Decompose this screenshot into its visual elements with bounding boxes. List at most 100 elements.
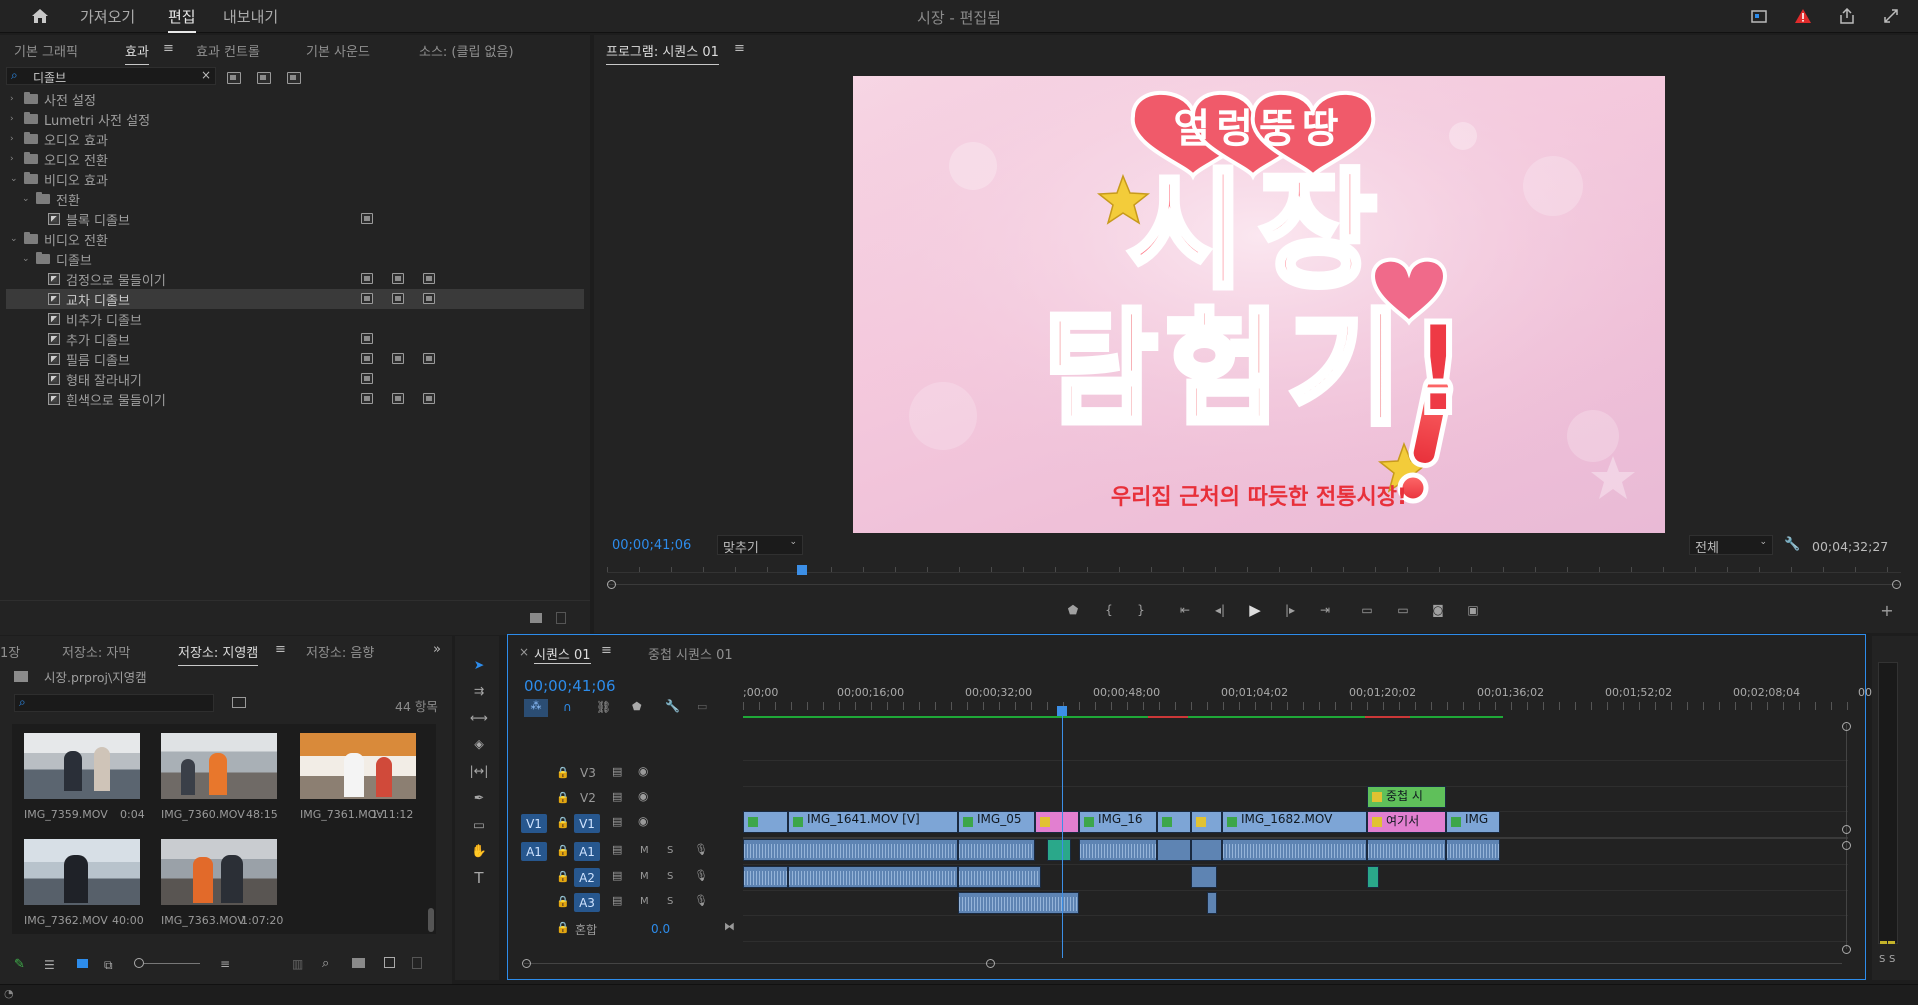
lock-icon[interactable]: 🔒	[556, 921, 570, 934]
audio-clip[interactable]	[1367, 839, 1446, 861]
more-tabs-icon[interactable]: »	[433, 642, 441, 657]
audio-clip[interactable]	[743, 839, 958, 861]
find-icon[interactable]: ⌕	[322, 956, 329, 971]
extract-icon[interactable]: ▭	[1393, 600, 1413, 620]
eye-icon[interactable]: ◉	[638, 789, 648, 803]
sync-lock-icon[interactable]: ▤	[612, 894, 622, 907]
list-view-icon[interactable]: ☰	[44, 958, 55, 972]
video-clip[interactable]: IMG	[1446, 811, 1500, 833]
tree-effect-item[interactable]: 형태 잘라내기	[6, 369, 584, 389]
tab-nested-sequence-01[interactable]: 중첩 시퀀스 01	[648, 644, 733, 663]
chevron-right-icon[interactable]: ›	[10, 94, 20, 104]
zoom-slider-track[interactable]	[144, 963, 200, 964]
timeline-menu-icon[interactable]: ≡	[601, 643, 612, 658]
nest-toggle-icon[interactable]: ⁂	[524, 699, 548, 717]
mark-out-icon[interactable]: }	[1131, 600, 1151, 620]
video-clip-pink[interactable]: 여기서	[1367, 811, 1446, 833]
tab-essential-graphics[interactable]: 기본 그래픽	[14, 41, 78, 60]
playback-resolution-select[interactable]: 전체 ⌄	[1689, 535, 1773, 556]
clip-thumbnail[interactable]	[161, 733, 277, 799]
step-forward-icon[interactable]: |▸	[1280, 600, 1300, 620]
video-clip[interactable]	[743, 811, 788, 833]
timeline-vertical-scrollbar[interactable]	[1846, 724, 1847, 949]
video-clip[interactable]: IMG_05	[958, 811, 1035, 833]
clip-thumbnail[interactable]	[300, 733, 416, 799]
lock-icon[interactable]: 🔒	[556, 766, 570, 779]
lift-icon[interactable]: ▭	[1357, 600, 1377, 620]
tab-project-cut[interactable]: 1장	[0, 642, 20, 661]
program-menu-icon[interactable]: ≡	[734, 41, 745, 56]
clear-search-icon[interactable]: ×	[201, 68, 211, 82]
video-clip[interactable]: IMG_1682.MOV	[1222, 811, 1367, 833]
tab-source[interactable]: 소스: (클립 없음)	[419, 41, 514, 60]
mute-button[interactable]: M	[640, 896, 649, 907]
writable-icon[interactable]: ✎	[14, 957, 25, 972]
video-clip[interactable]	[1157, 811, 1191, 833]
effects-search-input[interactable]: 디졸브	[33, 69, 66, 86]
audio-clip[interactable]	[1446, 839, 1500, 861]
chevron-right-icon[interactable]: ›	[10, 154, 20, 164]
tree-folder[interactable]: › 오디오 전환	[6, 149, 584, 169]
sync-lock-icon[interactable]: ▤	[612, 765, 622, 778]
type-tool-icon[interactable]: T	[466, 866, 492, 890]
mark-in-icon[interactable]: {	[1099, 600, 1119, 620]
mix-volume-value[interactable]: 0.0	[651, 922, 670, 936]
chevron-down-icon[interactable]: ⌄	[22, 254, 32, 264]
media-grid-scrollbar[interactable]	[428, 908, 434, 932]
tree-effect-item[interactable]: 교차 디졸브	[6, 289, 584, 309]
clip-thumbnail[interactable]	[24, 839, 140, 905]
icon-view-icon[interactable]	[77, 959, 88, 968]
close-tab-icon[interactable]: ×	[519, 645, 529, 659]
lock-icon[interactable]: 🔒	[556, 844, 570, 857]
audio-clip[interactable]	[1191, 839, 1222, 861]
program-timecode[interactable]: 00;00;41;06	[612, 538, 691, 553]
chevron-down-icon[interactable]: ⌄	[10, 174, 20, 184]
program-zoom-bar[interactable]	[607, 584, 1901, 585]
microphone-icon[interactable]: 🎙	[694, 869, 708, 882]
scroll-handle[interactable]	[1842, 841, 1851, 850]
eye-icon[interactable]: ◉	[638, 814, 648, 828]
chevron-down-icon[interactable]: ⌄	[10, 234, 20, 244]
project-menu-icon[interactable]: ≡	[275, 642, 286, 657]
go-to-edit-point-icon[interactable]: ⧓	[724, 920, 735, 933]
slip-tool-icon[interactable]: |↔|	[466, 758, 492, 782]
warning-icon[interactable]	[1792, 5, 1814, 27]
track-a1-label[interactable]: A1	[574, 842, 600, 861]
tab-bin-subtitles[interactable]: 저장소: 자막	[62, 642, 130, 661]
timeline-timecode[interactable]: 00;00;41;06	[524, 677, 616, 695]
clip-thumbnail[interactable]	[161, 839, 277, 905]
sort-icon[interactable]: ≡	[220, 957, 230, 971]
rectangle-tool-icon[interactable]: ▭	[466, 812, 492, 836]
audio-clip[interactable]	[1207, 892, 1217, 914]
sync-lock-icon[interactable]: ▤	[612, 815, 622, 828]
video-clip[interactable]: IMG_16	[1079, 811, 1157, 833]
tree-folder[interactable]: › Lumetri 사전 설정	[6, 109, 584, 129]
timeline-settings-icon[interactable]: 🔧	[665, 699, 680, 713]
scroll-handle[interactable]	[986, 959, 995, 968]
freeform-view-icon[interactable]: ⧉	[104, 958, 113, 973]
find-icon[interactable]	[232, 697, 246, 708]
audio-clip[interactable]	[958, 839, 1035, 861]
effects-search-box[interactable]: ⌕ 디졸브 ×	[6, 67, 216, 85]
new-bin-icon[interactable]	[530, 613, 542, 623]
tree-effect-item[interactable]: 흰색으로 물들이기	[6, 389, 584, 409]
add-marker-icon[interactable]: ⬟	[632, 700, 642, 713]
tree-effect-item[interactable]: 검정으로 물들이기	[6, 269, 584, 289]
share-icon[interactable]	[1836, 5, 1858, 27]
delete-icon[interactable]	[556, 612, 566, 624]
sync-lock-icon[interactable]: ▤	[612, 869, 622, 882]
play-icon[interactable]: ▶	[1245, 600, 1265, 620]
tree-folder[interactable]: › 오디오 효과	[6, 129, 584, 149]
solo-left-button[interactable]: S	[1879, 954, 1885, 965]
tab-bin-jiyoung-cam[interactable]: 저장소: 지영캠	[178, 642, 259, 666]
audio-clip-teal[interactable]	[1047, 839, 1071, 861]
track-a3-label[interactable]: A3	[574, 893, 600, 912]
export-frame-icon[interactable]: ◙	[1428, 600, 1448, 620]
scroll-handle[interactable]	[1842, 722, 1851, 731]
zoom-handle-left[interactable]	[607, 580, 616, 589]
lock-icon[interactable]: 🔒	[556, 895, 570, 908]
wrench-icon[interactable]: 🔧	[1784, 537, 1800, 552]
track-v1-label[interactable]: V1	[574, 814, 600, 833]
zoom-handle-right[interactable]	[1892, 580, 1901, 589]
new-item-icon[interactable]	[384, 957, 395, 968]
